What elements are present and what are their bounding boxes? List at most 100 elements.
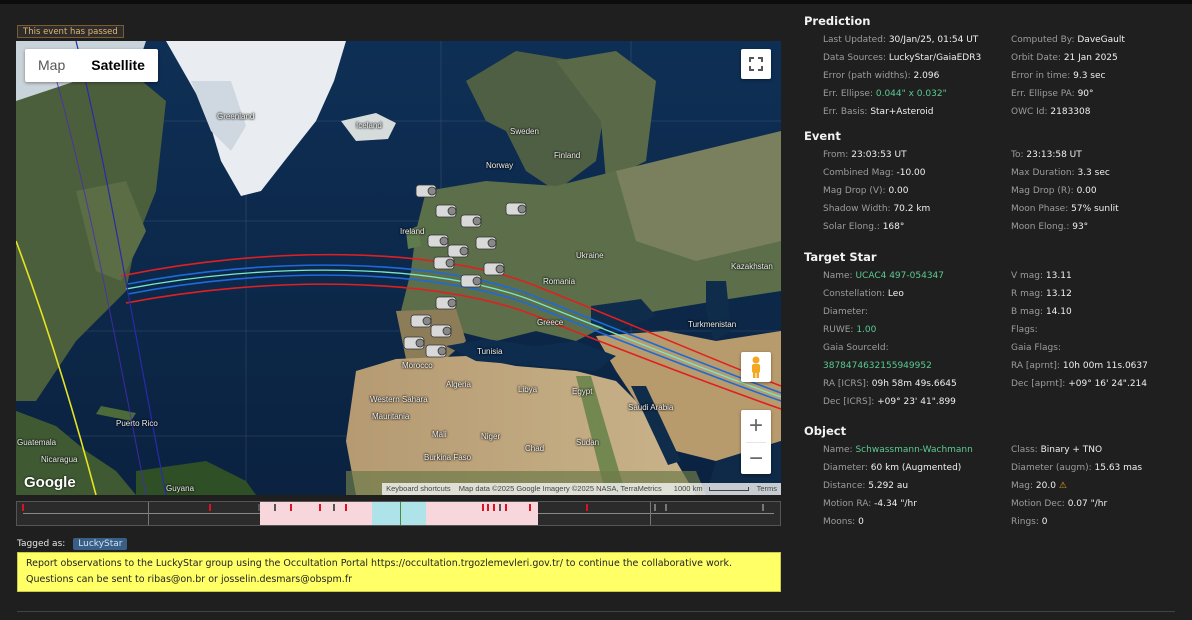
map-label-guyana: Guyana bbox=[166, 484, 195, 493]
google-logo: Google bbox=[24, 474, 76, 491]
map-label-morocco: Morocco bbox=[402, 361, 433, 370]
map-label-libya: Libya bbox=[518, 385, 538, 394]
terms-link[interactable]: Terms bbox=[753, 483, 781, 495]
map-label-saudi-arabia: Saudi Arabia bbox=[628, 403, 674, 412]
object-name-link[interactable]: Schwassmann-Wachmann bbox=[855, 445, 972, 455]
timeline-central-window bbox=[372, 502, 426, 525]
star-diameter-row: Diameter: bbox=[823, 307, 868, 317]
motion-ra-row: Motion RA: -4.34 "/hr bbox=[823, 499, 917, 509]
map-label-burkina-faso: Burkina Faso bbox=[424, 453, 472, 462]
timeline-tick bbox=[762, 504, 764, 511]
timeline-tick bbox=[274, 504, 276, 511]
map-label-finland: Finland bbox=[554, 151, 581, 160]
timeline-tick bbox=[499, 504, 501, 511]
moon-elong-row: Moon Elong.: 93° bbox=[1011, 222, 1089, 232]
timeline-tick bbox=[493, 504, 495, 511]
flags-row: Flags: bbox=[1011, 325, 1038, 335]
map-scale[interactable]: 1000 km bbox=[666, 483, 753, 495]
dec-icrs-row: Dec [ICRS]: +09° 23' 41".899 bbox=[823, 397, 956, 407]
map-label-tunisia: Tunisia bbox=[477, 347, 503, 356]
pegman-icon bbox=[752, 356, 760, 378]
map-label-algeria: Algeria bbox=[446, 380, 471, 389]
map-label-greece: Greece bbox=[537, 318, 564, 327]
map-type-control: Map Satellite bbox=[25, 49, 158, 82]
tagged-label: Tagged as: bbox=[17, 539, 66, 549]
star-name-link[interactable]: UCAC4 497-054347 bbox=[855, 271, 944, 281]
star-name-row: Name: UCAC4 497-054347 bbox=[823, 271, 944, 281]
map-label-kazakhstan: Kazakhstan bbox=[731, 262, 773, 271]
gaia-source-link[interactable]: 3878474632155949952 bbox=[823, 361, 932, 371]
map-label-guatemala: Guatemala bbox=[17, 438, 57, 447]
map-label-western-sahara: Western Sahara bbox=[370, 395, 428, 404]
event-passed-badge: This event has passed bbox=[17, 25, 124, 38]
shadow-width-row: Shadow Width: 70.2 km bbox=[823, 204, 931, 214]
object-name-row: Name: Schwassmann-Wachmann bbox=[823, 445, 973, 455]
timeline-tick bbox=[258, 504, 260, 511]
moon-phase-row: Moon Phase: 57% sunlit bbox=[1011, 204, 1119, 214]
err-ellipse-pa-row: Err. Ellipse PA: 90° bbox=[1011, 89, 1094, 99]
solar-elong-row: Solar Elong.: 168° bbox=[823, 222, 905, 232]
map-label-sweden: Sweden bbox=[510, 127, 539, 136]
map-label-niger: Niger bbox=[481, 432, 501, 441]
zoom-in-button[interactable]: + bbox=[741, 410, 771, 442]
owc-id-row: OWC Id: 2183308 bbox=[1011, 107, 1091, 117]
street-view-pegman[interactable] bbox=[741, 352, 771, 382]
map-label-puerto-rico: Puerto Rico bbox=[116, 419, 158, 428]
map-label-ukraine: Ukraine bbox=[576, 251, 604, 260]
tag-luckystar[interactable]: LuckyStar bbox=[73, 538, 128, 550]
vmag-row: V mag: 13.11 bbox=[1011, 271, 1072, 281]
timeline-tick bbox=[319, 504, 321, 511]
fullscreen-button[interactable] bbox=[741, 49, 771, 79]
timeline-tick bbox=[482, 504, 484, 511]
timeline-baseline bbox=[23, 513, 260, 514]
keyboard-shortcuts-link[interactable]: Keyboard shortcuts bbox=[382, 483, 455, 495]
object-mag-row: Mag: 20.0 ⚠ bbox=[1011, 481, 1067, 491]
ra-icrs-row: RA [ICRS]: 09h 58m 49s.6645 bbox=[823, 379, 957, 389]
gaia-flags-row: Gaia Flags: bbox=[1011, 343, 1061, 353]
bottom-divider bbox=[17, 611, 1175, 612]
gaia-source-id-row: 3878474632155949952 bbox=[823, 361, 932, 371]
err-ellipse-row: Err. Ellipse: 0.044" x 0.032" bbox=[823, 89, 947, 99]
map-label-nicaragua: Nicaragua bbox=[41, 455, 78, 464]
last-updated-row: Last Updated: 30/Jan/25, 01:54 UT bbox=[823, 35, 979, 45]
err-basis-row: Err. Basis: Star+Asteroid bbox=[823, 107, 934, 117]
timeline-tick bbox=[529, 504, 531, 511]
zoom-out-button[interactable]: − bbox=[741, 443, 771, 475]
timeline-center-marker bbox=[400, 502, 401, 525]
event-from-row: From: 23:03:53 UT bbox=[823, 150, 907, 160]
object-title: Object bbox=[804, 424, 847, 438]
map-label-chad: Chad bbox=[525, 444, 545, 453]
data-sources-row: Data Sources: LuckyStar/GaiaEDR3 bbox=[823, 53, 982, 63]
top-border bbox=[0, 0, 1192, 4]
fullscreen-icon bbox=[749, 57, 763, 71]
rings-row: Rings: 0 bbox=[1011, 517, 1048, 527]
map-type-map-button[interactable]: Map bbox=[25, 49, 78, 82]
observation-notice: Report observations to the LuckyStar gro… bbox=[17, 552, 781, 592]
timeline-tick bbox=[487, 504, 489, 511]
computed-by-row: Computed By: DaveGault bbox=[1011, 35, 1125, 45]
timeline-tick bbox=[333, 504, 335, 511]
constellation-row: Constellation: Leo bbox=[823, 289, 904, 299]
combined-mag-row: Combined Mag: -10.00 bbox=[823, 168, 926, 178]
map-label-norway: Norway bbox=[486, 161, 514, 170]
map-label-greenland: Greenland bbox=[217, 112, 255, 121]
zoom-control: + − bbox=[741, 410, 771, 474]
object-diameter-row: Diameter: 60 km (Augmented) bbox=[823, 463, 962, 473]
error-path-row: Error (path widths): 2.096 bbox=[823, 71, 940, 81]
target-star-title: Target Star bbox=[804, 250, 877, 264]
timeline-tick bbox=[290, 504, 292, 511]
observation-timeline[interactable] bbox=[16, 501, 781, 526]
diameter-augm-row: Diameter (augm): 15.63 mas bbox=[1011, 463, 1143, 473]
prediction-title: Prediction bbox=[804, 14, 871, 28]
dec-apparent-row: Dec [aprnt]: +09° 16' 24".214 bbox=[1011, 379, 1147, 389]
map-label-sudan: Sudan bbox=[576, 438, 600, 447]
timeline-tick bbox=[22, 504, 24, 511]
event-title: Event bbox=[804, 129, 841, 143]
occultation-map[interactable]: Greenland Iceland Sweden Finland Norway … bbox=[16, 41, 781, 495]
mag-drop-r-row: Mag Drop (R): 0.00 bbox=[1011, 186, 1097, 196]
map-type-satellite-button[interactable]: Satellite bbox=[78, 49, 158, 82]
map-label-romania: Romania bbox=[543, 277, 576, 286]
timeline-tick bbox=[586, 504, 588, 511]
distance-row: Distance: 5.292 au bbox=[823, 481, 909, 491]
timeline-tick bbox=[665, 504, 667, 511]
